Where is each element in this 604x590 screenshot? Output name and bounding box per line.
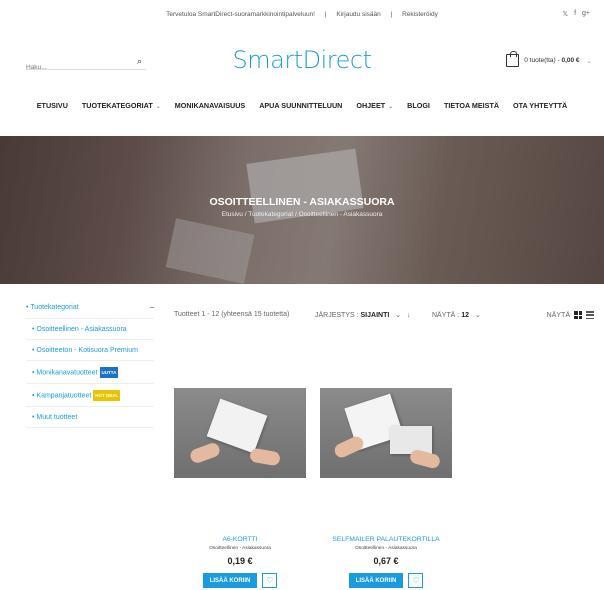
- product-category: Osoitteellinen - Asiakassuora: [355, 546, 417, 551]
- product-toolbar: Tuotteet 1 - 12 (yhteensä 15 tuotetta) J…: [174, 311, 594, 323]
- cart-summary: 0 tuote(tta) - 0,00 €: [524, 57, 579, 64]
- product-actions: LISÄÄ KORIIN ♡: [174, 573, 306, 588]
- sort-select[interactable]: JÄRJESTYS : SIJAINTI ⌄ ↓: [315, 311, 411, 319]
- shopping-bag-icon[interactable]: [506, 51, 520, 67]
- hot-deal-badge: HOT DEAL: [93, 390, 121, 401]
- sidebar-item-monikanavatuotteet[interactable]: • Monikanavatuotteet UUTTA: [26, 360, 154, 383]
- nav-item-tietoa-meista[interactable]: TIETOA MEISTÄ: [444, 101, 499, 121]
- product-info: A6-KORTTI Osoitteellinen - Asiakassuora …: [174, 536, 306, 588]
- login-link[interactable]: Kirjaudu sisään: [336, 11, 380, 18]
- product-info: SELFMAILER PALAUTEKORTILLA Osoitteelline…: [320, 536, 452, 588]
- nav-item-tuotekategoriat[interactable]: TUOTEKATEGORIAT ⌄: [82, 101, 161, 121]
- nav-item-ohjeet[interactable]: OHJEET ⌄: [356, 101, 393, 121]
- separator: |: [324, 11, 327, 18]
- product-count: Tuotteet 1 - 12 (yhteensä 15 tuotetta): [174, 311, 290, 318]
- nav-item-monikanavaisuus[interactable]: MONIKANAVAISUUS: [175, 101, 245, 121]
- chevron-down-icon: ⌄: [395, 312, 402, 319]
- heart-icon[interactable]: ♡: [408, 573, 424, 588]
- social-links: 𝕏 f g+: [562, 10, 590, 18]
- new-badge: UUTTA: [99, 367, 119, 378]
- nav-item-apua-suunnitteluun[interactable]: APUA SUUNNITTELUUN: [259, 101, 342, 121]
- nav-item-etusivu[interactable]: ETUSIVU: [37, 101, 68, 121]
- chevron-down-icon: ⌄: [155, 104, 161, 110]
- nav-item-ota-yhteytta[interactable]: OTA YHTEYTTÄ: [513, 101, 567, 121]
- cart-count: 0 tuote(tta) -: [524, 57, 562, 64]
- product-name[interactable]: SELFMAILER PALAUTEKORTILLA: [320, 536, 452, 543]
- mini-cart[interactable]: 0 tuote(tta) - 0,00 € ⌄: [506, 51, 592, 67]
- nav-item-blogi[interactable]: BLOGI: [407, 101, 430, 121]
- hero-overlay: [0, 136, 604, 284]
- view-mode-label: NÄYTÄ: [546, 311, 570, 319]
- add-to-cart-button[interactable]: LISÄÄ KORIIN: [202, 573, 258, 588]
- product-category: Osoitteellinen - Asiakassuora: [209, 546, 271, 551]
- cart-total: 0,00 €: [561, 57, 580, 64]
- sidebar-item-osoitteeton[interactable]: • Osoitteeton - Kotisuora Premium: [26, 339, 154, 360]
- sidebar-item-kampanjatuotteet[interactable]: • Kampanjatuotteet HOT DEAL: [26, 383, 154, 406]
- product-card[interactable]: [174, 388, 306, 478]
- grid-view-icon[interactable]: [574, 311, 582, 319]
- chevron-down-icon[interactable]: ⌄: [587, 57, 592, 65]
- twitter-icon[interactable]: 𝕏: [562, 10, 568, 18]
- main-nav: ETUSIVU TUOTEKATEGORIAT ⌄ MONIKANAVAISUUS…: [0, 101, 604, 121]
- product-image[interactable]: [320, 388, 452, 478]
- product-price: 0,19 €: [227, 556, 253, 566]
- product-price: 0,67 €: [373, 556, 399, 566]
- facebook-icon[interactable]: f: [574, 10, 576, 18]
- sidebar-heading-label: • Tuotekategoriat: [26, 304, 79, 311]
- welcome-text: Tervetuloa SmartDirect-suoramarkkinointi…: [166, 11, 315, 18]
- view-mode: NÄYTÄ: [547, 311, 594, 319]
- product-image[interactable]: [174, 388, 306, 478]
- collapse-icon[interactable]: –: [150, 304, 154, 318]
- add-to-cart-button[interactable]: LISÄÄ KORIIN: [348, 573, 404, 588]
- chevron-down-icon: ⌄: [474, 312, 481, 319]
- register-link[interactable]: Rekisteröidy: [402, 11, 438, 18]
- chevron-down-icon: ⌄: [388, 104, 394, 110]
- breadcrumb[interactable]: Etusivu / Tuotekategoriat / Osoitteellin…: [0, 211, 604, 218]
- site-header: ⌕ SmartDirect 0 tuote(tta) - 0,00 € ⌄: [0, 38, 604, 88]
- heart-icon[interactable]: ♡: [262, 573, 278, 588]
- top-bar: Tervetuloa SmartDirect-suoramarkkinointi…: [0, 0, 604, 30]
- separator: |: [390, 11, 393, 18]
- category-sidebar: • Tuotekategoriat – • Osoitteellinen - A…: [26, 304, 154, 428]
- product-name[interactable]: A6-KORTTI: [174, 536, 306, 543]
- sidebar-heading[interactable]: • Tuotekategoriat –: [26, 304, 154, 318]
- limit-select[interactable]: NÄYTÄ : 12 ⌄: [432, 311, 481, 319]
- sidebar-item-osoitteellinen[interactable]: • Osoitteellinen - Asiakassuora: [26, 318, 154, 339]
- list-view-icon[interactable]: [586, 311, 594, 319]
- sort-direction-icon[interactable]: ↓: [407, 312, 411, 319]
- product-card[interactable]: [320, 388, 452, 478]
- page-title: OSOITTEELLINEN - ASIAKASSUORA: [209, 196, 395, 208]
- welcome-bar: Tervetuloa SmartDirect-suoramarkkinointi…: [0, 11, 604, 18]
- google-plus-icon[interactable]: g+: [582, 10, 590, 18]
- category-hero: OSOITTEELLINEN - ASIAKASSUORA Etusivu / …: [0, 136, 604, 284]
- sidebar-item-muut-tuotteet[interactable]: • Muut tuotteet: [26, 406, 154, 428]
- product-actions: LISÄÄ KORIIN ♡: [320, 573, 452, 588]
